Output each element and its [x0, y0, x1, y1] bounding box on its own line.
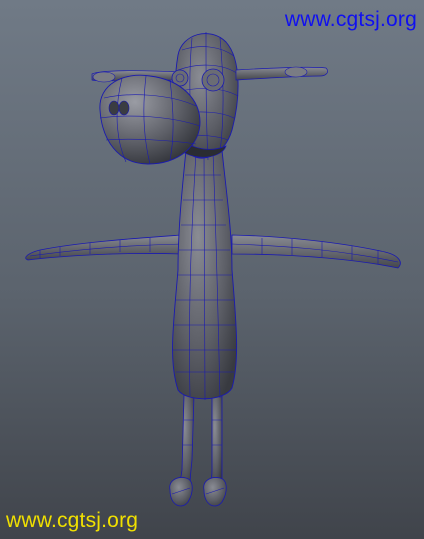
3d-viewport[interactable]: www.cgtsj.org www.cgtsj.org: [0, 0, 424, 539]
torso: [172, 149, 238, 401]
right-arm: [231, 234, 401, 269]
watermark-top-text: www.cgtsj.org: [284, 8, 417, 31]
watermark-bottom-text: www.cgtsj.org: [6, 509, 139, 532]
legs: [169, 394, 227, 507]
left-arm: [25, 234, 183, 261]
character-mesh[interactable]: [0, 0, 424, 539]
